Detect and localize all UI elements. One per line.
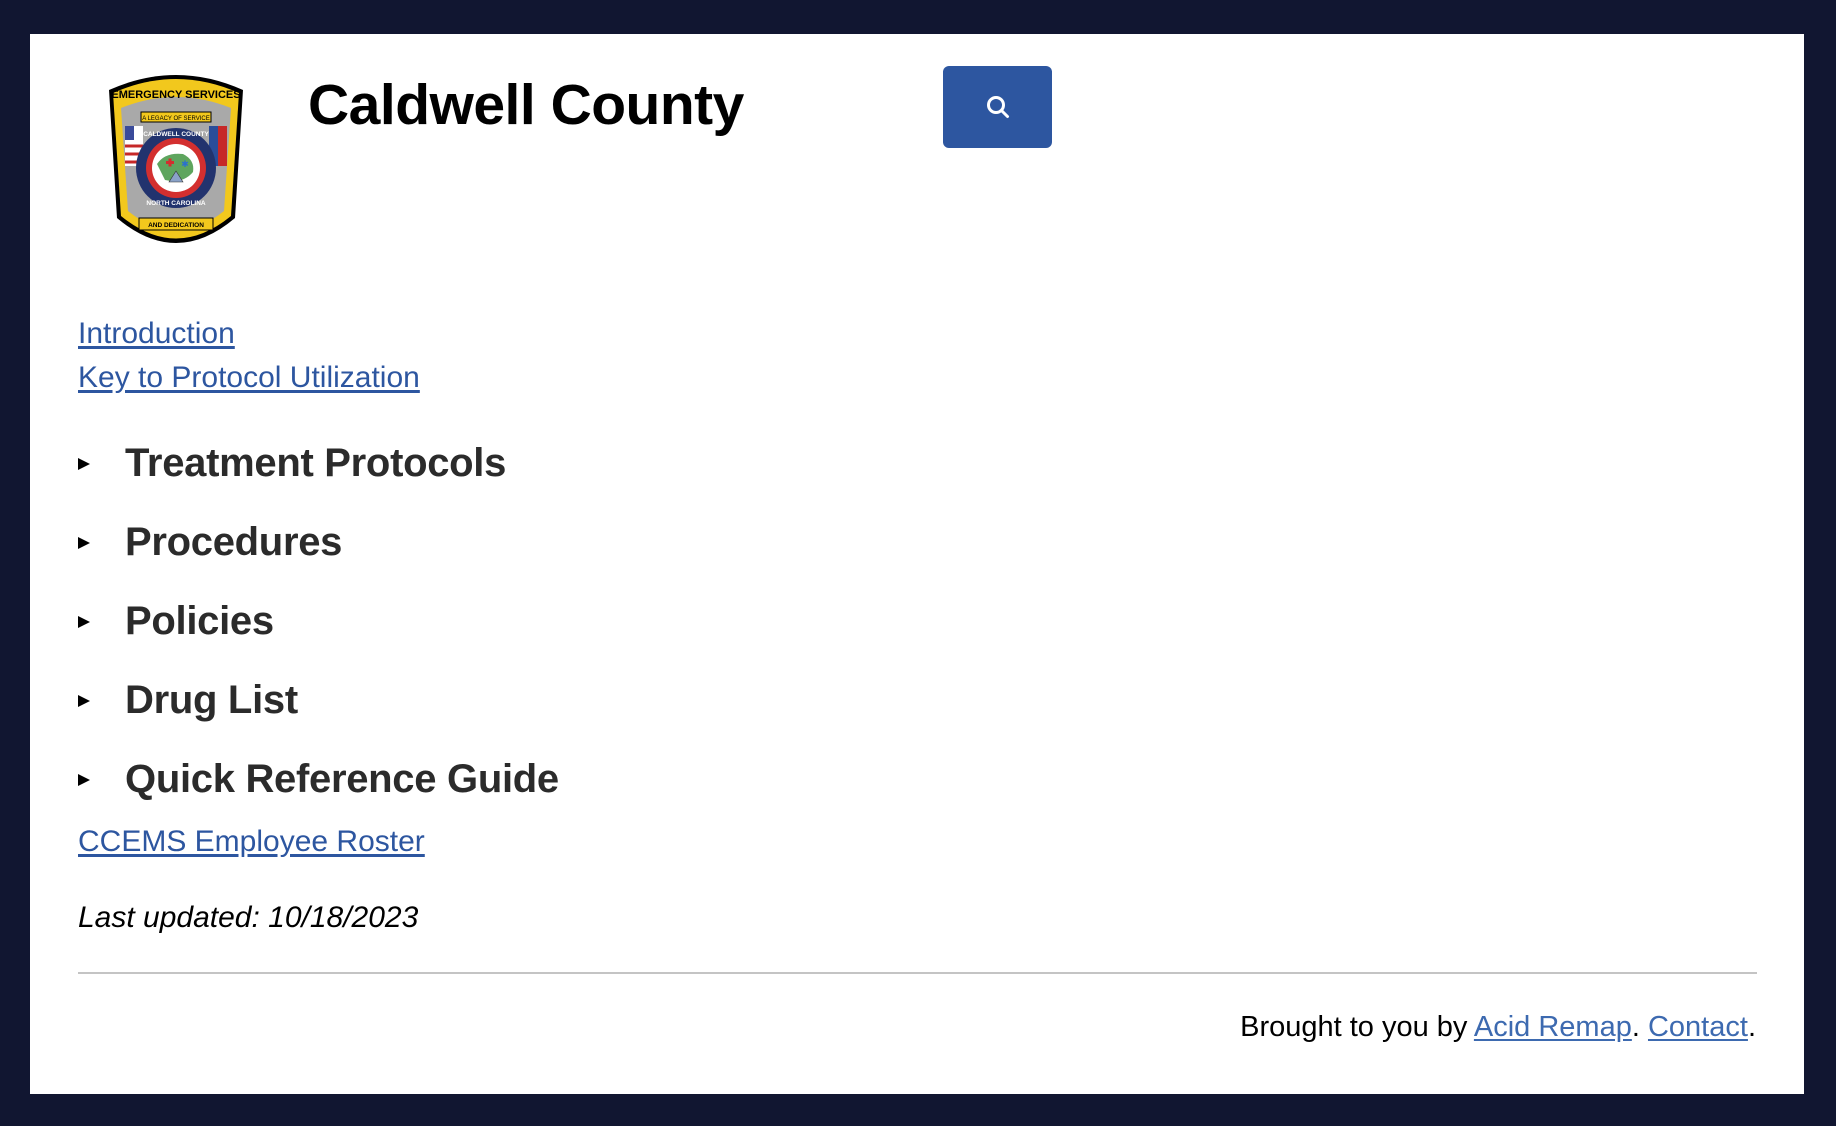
logo-ring-bottom-text: NORTH CAROLINA: [146, 200, 206, 207]
footer: Brought to you by Acid Remap. Contact.: [1240, 1005, 1756, 1049]
key-to-protocol-utilization-link[interactable]: Key to Protocol Utilization: [78, 356, 420, 400]
footer-suffix: .: [1747, 1011, 1756, 1043]
logo-ring-top-text: CALDWELL COUNTY: [143, 131, 209, 138]
logo-top-text: EMERGENCY SERVICES: [111, 89, 240, 101]
search-button[interactable]: [943, 66, 1052, 148]
section-label: Drug List: [125, 678, 298, 722]
county-emergency-services-logo: EMERGENCY SERVICES A LEGACY OF SERVICE ✱…: [109, 75, 243, 243]
footer-separator: .: [1631, 1011, 1648, 1043]
page-title: Caldwell County: [308, 73, 744, 137]
last-updated-text: Last updated: 10/18/2023: [78, 901, 419, 934]
disclosure-triangle-icon: [78, 615, 90, 628]
contact-link[interactable]: Contact: [1648, 1011, 1748, 1043]
section-label: Quick Reference Guide: [125, 757, 559, 801]
section-quick-reference-guide[interactable]: Quick Reference Guide: [78, 740, 559, 819]
section-policies[interactable]: Policies: [78, 582, 559, 661]
section-label: Procedures: [125, 520, 343, 564]
search-icon: [986, 96, 1009, 118]
section-treatment-protocols[interactable]: Treatment Protocols: [78, 424, 559, 503]
section-list: Treatment Protocols Procedures Policies …: [78, 424, 559, 819]
disclosure-triangle-icon: [78, 773, 90, 786]
employee-roster-link[interactable]: CCEMS Employee Roster: [78, 820, 425, 864]
logo-ribbon-bottom-text: AND DEDICATION: [148, 222, 204, 229]
top-links: Introduction Key to Protocol Utilization: [78, 312, 420, 400]
acid-remap-link[interactable]: Acid Remap: [1474, 1011, 1632, 1043]
section-drug-list[interactable]: Drug List: [78, 661, 559, 740]
disclosure-triangle-icon: [78, 694, 90, 707]
footer-prefix: Brought to you by: [1240, 1011, 1474, 1043]
logo-ribbon-top-text: A LEGACY OF SERVICE: [142, 116, 209, 122]
footer-divider: [78, 972, 1757, 974]
disclosure-triangle-icon: [78, 457, 90, 470]
svg-text:✱: ✱: [181, 159, 189, 169]
section-label: Policies: [125, 599, 274, 643]
section-procedures[interactable]: Procedures: [78, 503, 559, 582]
introduction-link[interactable]: Introduction: [78, 312, 420, 356]
disclosure-triangle-icon: [78, 536, 90, 549]
section-label: Treatment Protocols: [125, 441, 507, 485]
